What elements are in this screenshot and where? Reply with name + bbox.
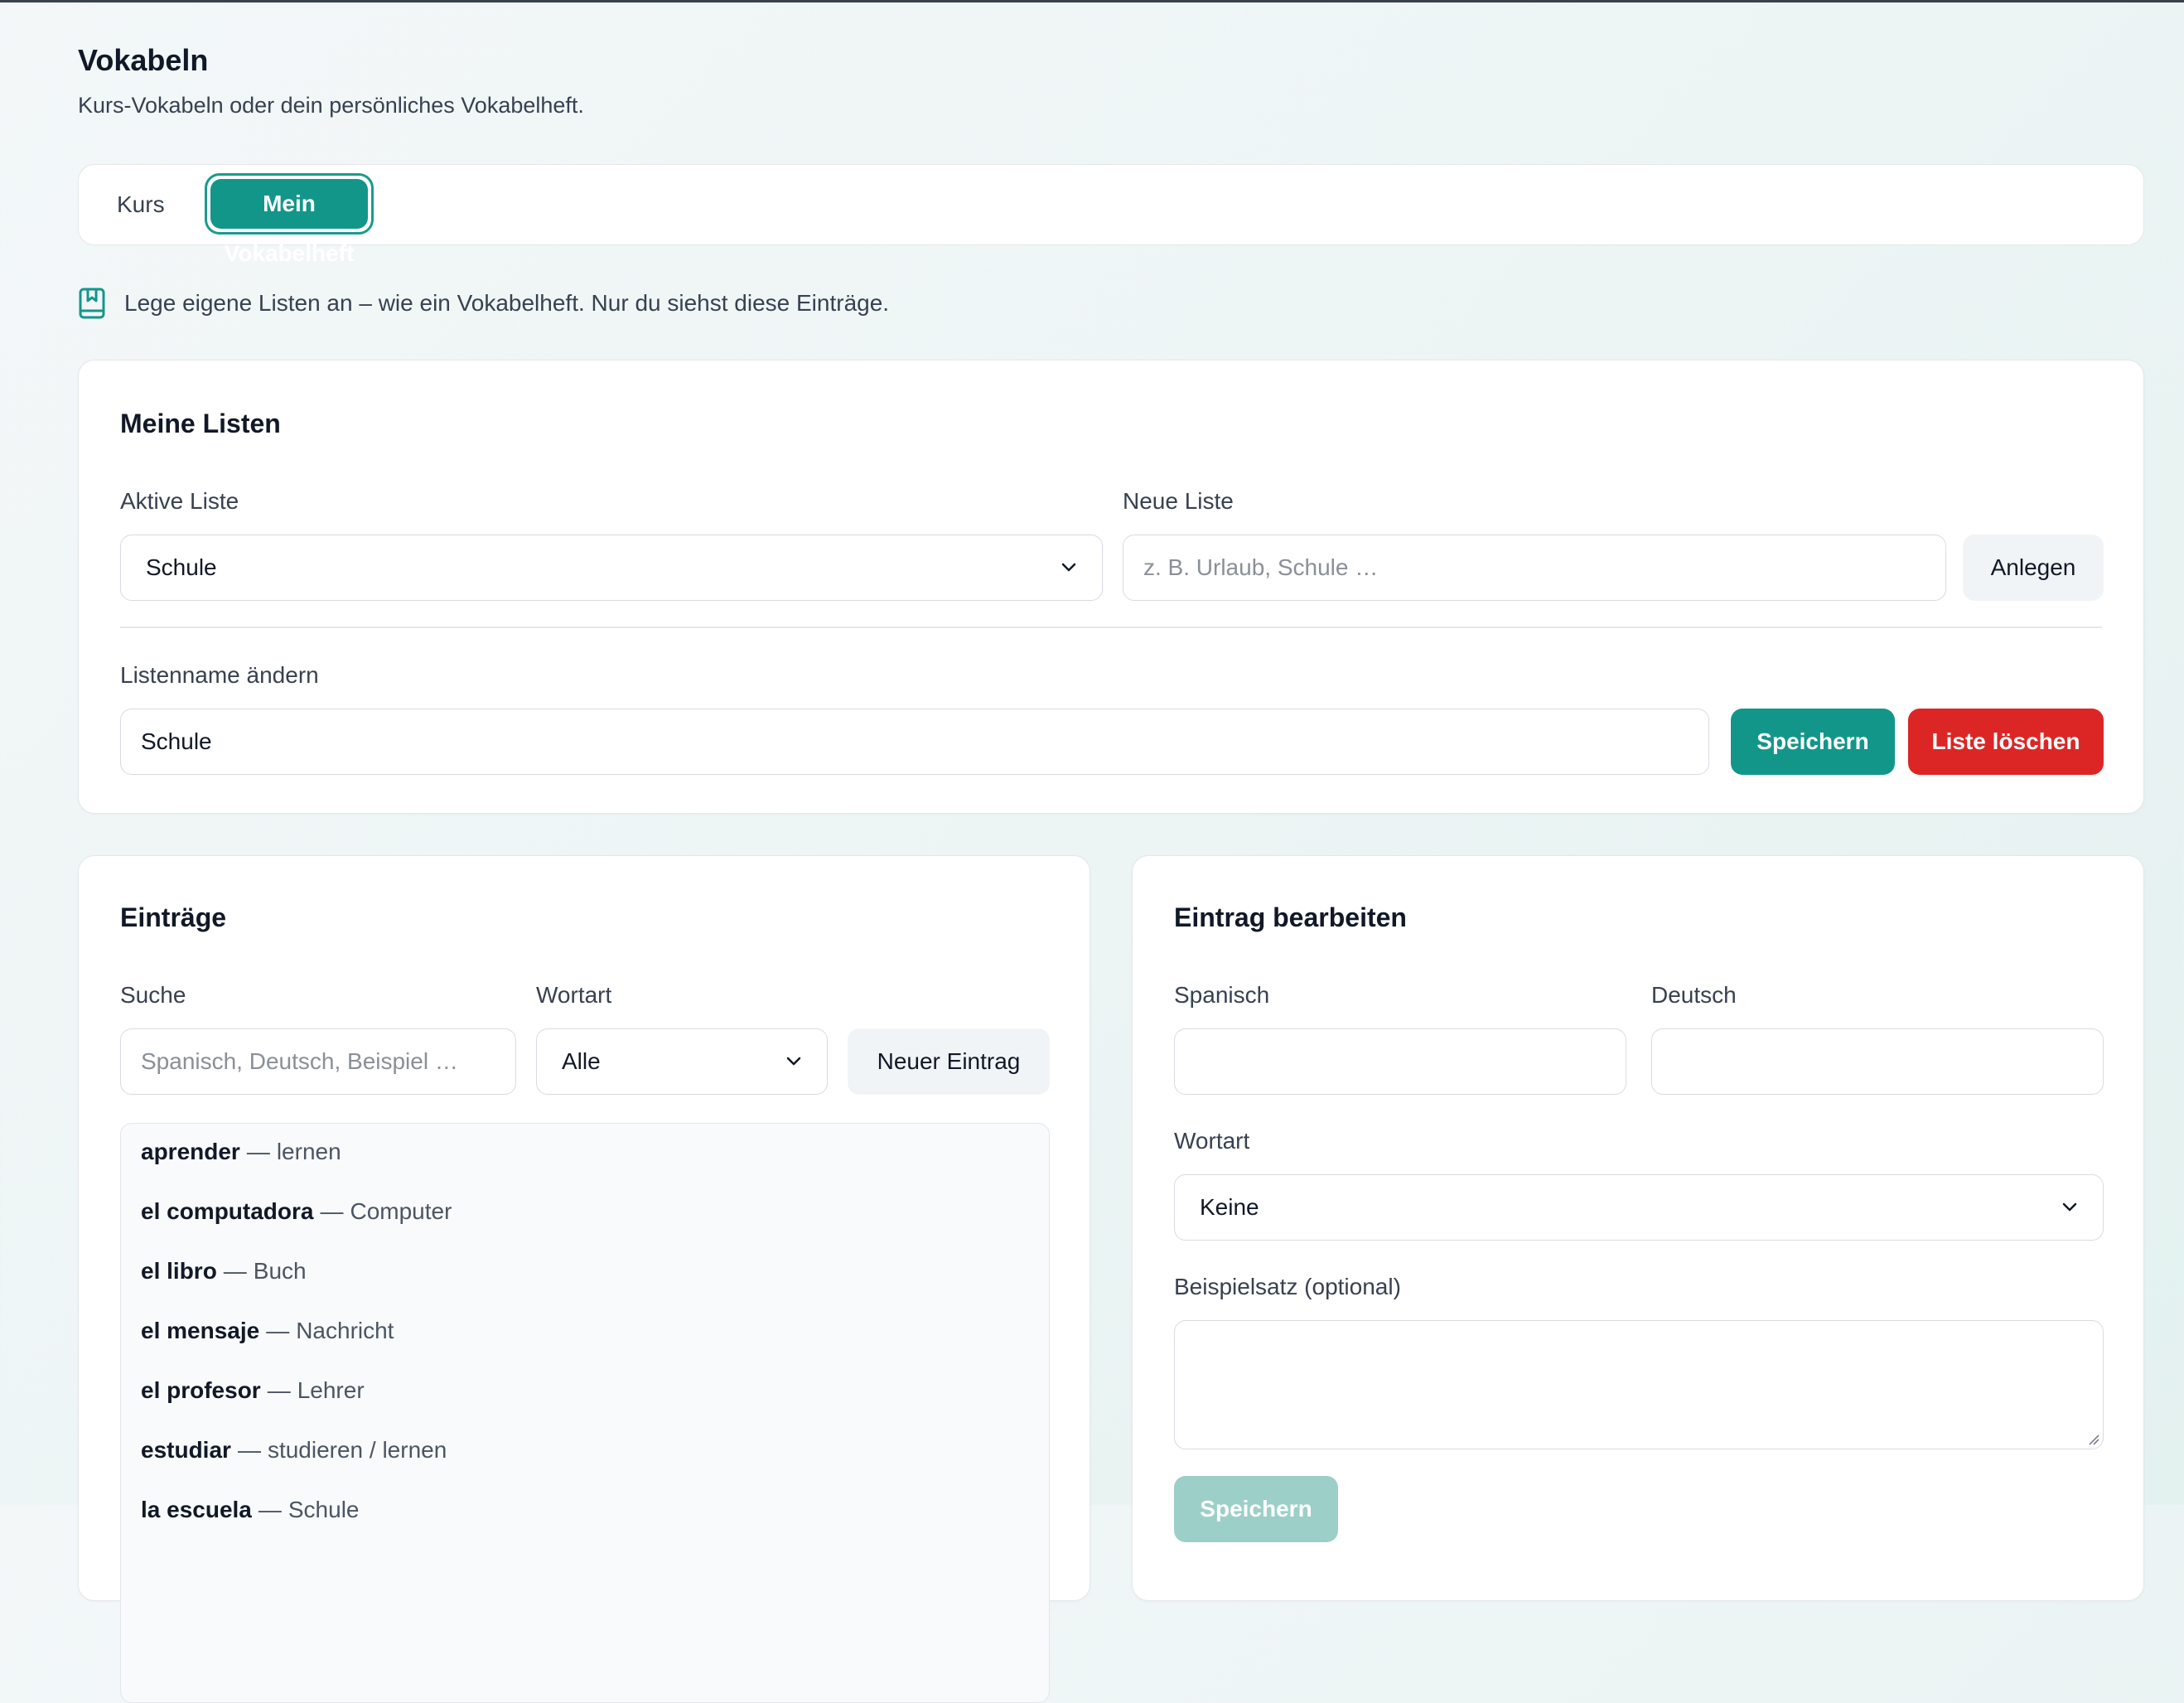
search-input[interactable] [120, 1028, 516, 1095]
word-type-filter-label: Wortart [536, 982, 612, 1008]
example-label: Beispielsatz (optional) [1174, 1274, 1401, 1299]
page-subtitle: Kurs-Vokabeln oder dein persönliches Vok… [78, 93, 584, 118]
my-lists-title: Meine Listen [120, 409, 281, 438]
my-lists-card: Meine Listen Aktive Liste Schule Neue Li… [78, 360, 2144, 814]
rename-list-input[interactable] [120, 709, 1709, 775]
entry-spanish: aprender [141, 1139, 240, 1164]
create-list-button[interactable]: Anlegen [1963, 535, 2104, 601]
tab-mein-vokabelheft[interactable]: Mein Vokabelheft [205, 173, 374, 266]
entry-separator: — [223, 1258, 247, 1284]
german-input[interactable] [1651, 1028, 2104, 1095]
word-type-filter-select[interactable]: Alle [536, 1028, 828, 1095]
delete-list-button[interactable]: Liste löschen [1908, 709, 2104, 775]
entry-german: Nachricht [296, 1318, 394, 1343]
entry-spanish: estudiar [141, 1437, 231, 1463]
page-title: Vokabeln [78, 43, 209, 77]
edit-word-type-label: Wortart [1174, 1128, 1250, 1154]
german-label: Deutsch [1651, 982, 1737, 1008]
list-item[interactable]: aprender — lernen [141, 1135, 341, 1168]
tab-mein-vokabelheft-label: Mein Vokabelheft [210, 179, 368, 266]
entry-german: lernen [276, 1139, 341, 1164]
entry-spanish: el profesor [141, 1377, 261, 1403]
entry-separator: — [258, 1497, 282, 1522]
entry-separator: — [246, 1139, 270, 1164]
new-entry-button[interactable]: Neuer Eintrag [848, 1028, 1050, 1095]
chevron-down-icon [786, 1057, 801, 1066]
entry-german: Lehrer [297, 1377, 365, 1403]
chevron-down-icon [1061, 563, 1076, 572]
tab-bar: Kurs Mein Vokabelheft [78, 164, 2144, 266]
entries-card: Einträge Suche Wortart Alle Neuer Eintra… [78, 855, 1090, 1703]
entry-spanish: el libro [141, 1258, 217, 1284]
tab-kurs[interactable]: Kurs [105, 183, 176, 226]
entry-separator: — [320, 1198, 344, 1224]
info-text: Lege eigene Listen an – wie ein Vokabelh… [124, 290, 890, 316]
notebook-bookmark-icon [79, 288, 105, 319]
save-list-name-button[interactable]: Speichern [1731, 709, 1895, 775]
entry-german: Buch [253, 1258, 307, 1284]
entries-title: Einträge [120, 902, 227, 932]
chevron-down-icon [2062, 1202, 2077, 1212]
example-field-wrap [1174, 1320, 2104, 1449]
list-item[interactable]: estudiar — studieren / lernen [141, 1434, 447, 1467]
edit-entry-title: Eintrag bearbeiten [1174, 902, 1407, 932]
entry-german: Schule [287, 1497, 360, 1522]
entry-separator: — [267, 1377, 291, 1403]
search-label: Suche [120, 982, 186, 1008]
rename-list-label: Listenname ändern [120, 662, 319, 688]
edit-entry-card: Eintrag bearbeiten Spanisch Deutsch Wort… [1132, 855, 2144, 1601]
new-list-input[interactable] [1123, 535, 1946, 601]
resize-grip-icon[interactable] [2087, 1433, 2100, 1446]
list-item[interactable]: el libro — Buch [141, 1255, 307, 1288]
save-entry-button[interactable]: Speichern [1174, 1476, 1338, 1542]
window-top-border [0, 0, 2184, 2]
active-list-value: Schule [146, 554, 217, 580]
edit-word-type-value: Keine [1200, 1194, 1259, 1220]
spanish-label: Spanisch [1174, 982, 1270, 1008]
entry-separator: — [266, 1318, 290, 1343]
word-type-filter-value: Alle [562, 1048, 601, 1074]
entry-spanish: el computadora [141, 1198, 314, 1224]
active-list-label: Aktive Liste [120, 488, 239, 514]
spanish-input[interactable] [1174, 1028, 1626, 1095]
entry-german: Computer [350, 1198, 452, 1224]
edit-word-type-select[interactable]: Keine [1174, 1174, 2104, 1241]
new-list-label: Neue Liste [1123, 488, 1234, 514]
list-item[interactable]: el computadora — Computer [141, 1195, 452, 1228]
entry-spanish: la escuela [141, 1497, 252, 1522]
list-item[interactable]: el profesor — Lehrer [141, 1374, 365, 1407]
list-item[interactable]: la escuela — Schule [141, 1493, 360, 1526]
entry-list: aprender — lernen el computadora — Computer … [120, 1123, 1050, 1703]
list-item[interactable]: el mensaje — Nachricht [141, 1314, 394, 1347]
entry-spanish: el mensaje [141, 1318, 260, 1343]
info-hint: Lege eigene Listen an – wie ein Vokabelh… [78, 287, 889, 320]
entry-separator: — [237, 1437, 261, 1463]
lists-divider [120, 627, 2102, 628]
entry-german: studieren / lernen [267, 1437, 447, 1463]
example-textarea[interactable] [1174, 1320, 2104, 1449]
active-list-select[interactable]: Schule [120, 535, 1103, 601]
